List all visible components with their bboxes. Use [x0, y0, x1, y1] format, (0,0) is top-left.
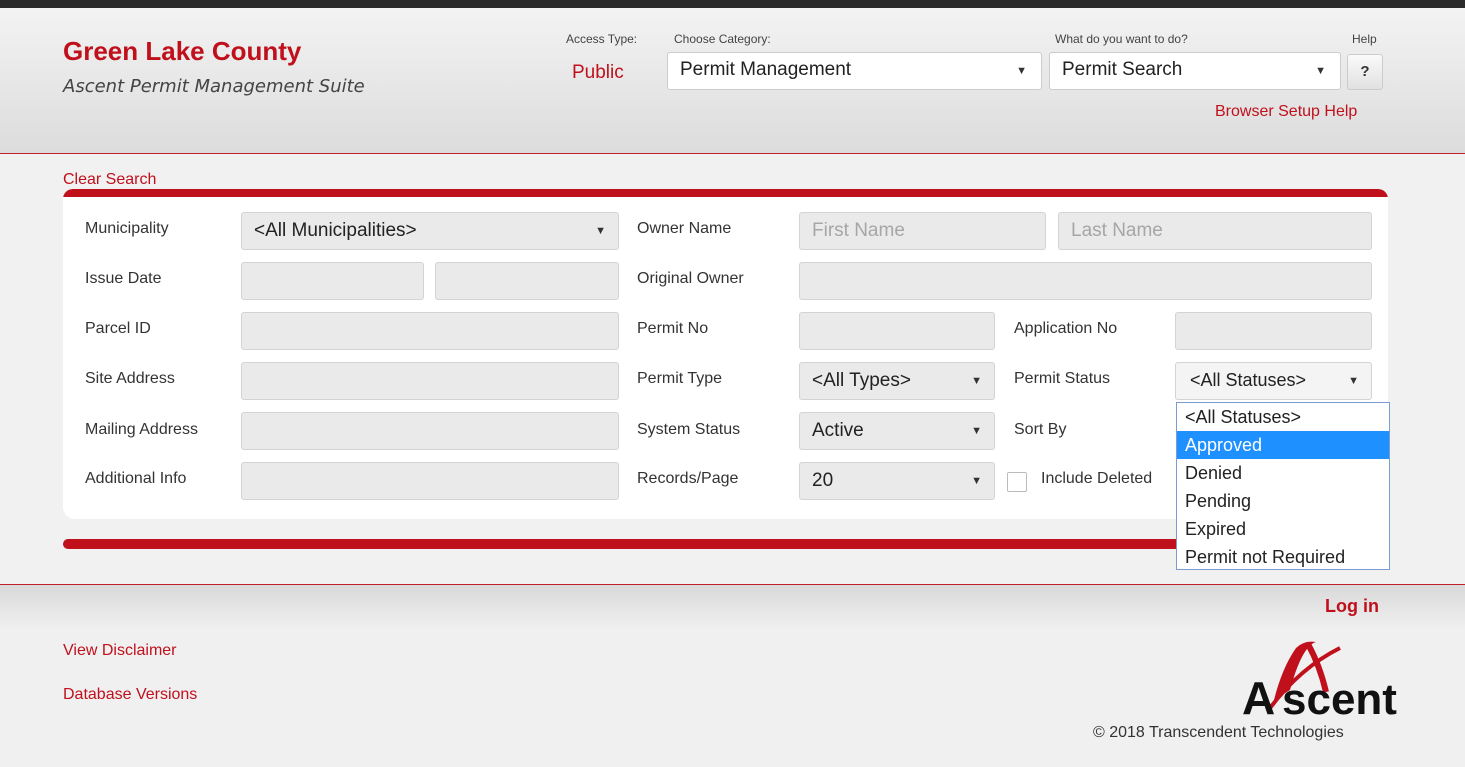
include-deleted-checkbox[interactable]	[1007, 472, 1027, 492]
browser-setup-help-link[interactable]: Browser Setup Help	[1215, 103, 1357, 121]
clear-search-link[interactable]: Clear Search	[63, 171, 156, 189]
dropdown-option[interactable]: Permit not Required	[1177, 543, 1389, 571]
ascent-logo: A scent	[1242, 641, 1397, 722]
chevron-down-icon: ▼	[971, 475, 982, 487]
records-page-label: Records/Page	[637, 470, 739, 487]
copyright-text: © 2018 Transcendent Technologies	[1093, 724, 1344, 741]
application-no-label: Application No	[1014, 320, 1118, 337]
application-no-input[interactable]	[1175, 312, 1372, 350]
panel-bottom-border	[63, 539, 1243, 549]
records-page-select[interactable]: 20 ▼	[799, 462, 995, 500]
chevron-down-icon: ▼	[1315, 65, 1326, 77]
municipality-select-value: <All Municipalities>	[254, 220, 417, 241]
additional-info-label: Additional Info	[85, 470, 187, 487]
chevron-down-icon: ▼	[1016, 65, 1027, 77]
municipality-label: Municipality	[85, 220, 169, 237]
category-label: Choose Category:	[674, 32, 771, 46]
first-name-input[interactable]: First Name	[799, 212, 1046, 250]
chevron-down-icon: ▼	[971, 425, 982, 437]
access-type-label: Access Type:	[566, 32, 638, 46]
system-status-label: System Status	[637, 421, 741, 438]
issue-date-from-input[interactable]	[241, 262, 424, 300]
action-label: What do you want to do?	[1055, 32, 1188, 46]
category-select[interactable]: Permit Management ▼	[667, 52, 1042, 90]
parcel-id-label: Parcel ID	[85, 320, 151, 337]
permit-no-label: Permit No	[637, 320, 709, 337]
owner-name-label: Owner Name	[637, 220, 732, 237]
permit-type-label: Permit Type	[637, 370, 723, 387]
system-status-select[interactable]: Active ▼	[799, 412, 995, 450]
dropdown-option[interactable]: Expired	[1177, 515, 1389, 543]
dropdown-option[interactable]: <All Statuses>	[1177, 403, 1389, 431]
chevron-down-icon: ▼	[595, 225, 606, 237]
dropdown-option[interactable]: Denied	[1177, 459, 1389, 487]
original-owner-label: Original Owner	[637, 270, 744, 287]
last-name-input[interactable]: Last Name	[1058, 212, 1372, 250]
category-select-value: Permit Management	[680, 59, 852, 80]
permit-status-label: Permit Status	[1014, 370, 1111, 387]
dropdown-option[interactable]: Pending	[1177, 487, 1389, 515]
action-select-value: Permit Search	[1062, 59, 1183, 80]
help-button[interactable]: ?	[1347, 54, 1383, 90]
database-versions-link[interactable]: Database Versions	[63, 686, 197, 704]
permit-type-select-value: <All Types>	[812, 370, 911, 391]
logo-text: scent	[1282, 675, 1397, 722]
suite-subtitle: Ascent Permit Management Suite	[63, 76, 365, 97]
records-page-select-value: 20	[812, 470, 834, 491]
sort-by-label: Sort By	[1014, 421, 1067, 438]
original-owner-input[interactable]	[799, 262, 1372, 300]
permit-status-select-value: <All Statuses>	[1190, 370, 1307, 390]
login-link[interactable]: Log in	[1325, 596, 1379, 617]
parcel-id-input[interactable]	[241, 312, 619, 350]
top-bar	[0, 0, 1465, 8]
issue-date-to-input[interactable]	[435, 262, 619, 300]
access-type-value: Public	[572, 62, 624, 83]
site-address-input[interactable]	[241, 362, 619, 400]
issue-date-label: Issue Date	[85, 270, 162, 287]
help-label: Help	[1352, 32, 1377, 46]
county-title: Green Lake County	[63, 36, 302, 66]
permit-no-input[interactable]	[799, 312, 995, 350]
svg-text:A: A	[1242, 672, 1275, 722]
site-address-label: Site Address	[85, 370, 175, 387]
system-status-select-value: Active	[812, 420, 864, 441]
municipality-select[interactable]: <All Municipalities> ▼	[241, 212, 619, 250]
additional-info-input[interactable]	[241, 462, 619, 500]
dropdown-option-highlighted[interactable]: Approved	[1177, 431, 1389, 459]
action-select[interactable]: Permit Search ▼	[1049, 52, 1341, 90]
permit-status-select[interactable]: <All Statuses> ▼	[1175, 362, 1372, 400]
mailing-address-input[interactable]	[241, 412, 619, 450]
mailing-address-label: Mailing Address	[85, 421, 198, 438]
include-deleted-label: Include Deleted	[1041, 470, 1153, 487]
view-disclaimer-link[interactable]: View Disclaimer	[63, 642, 177, 660]
chevron-down-icon: ▼	[971, 375, 982, 387]
header: Green Lake County Ascent Permit Manageme…	[0, 8, 1465, 154]
chevron-down-icon: ▼	[1348, 375, 1359, 387]
permit-status-dropdown: <All Statuses> Approved Denied Pending E…	[1176, 402, 1390, 570]
permit-type-select[interactable]: <All Types> ▼	[799, 362, 995, 400]
